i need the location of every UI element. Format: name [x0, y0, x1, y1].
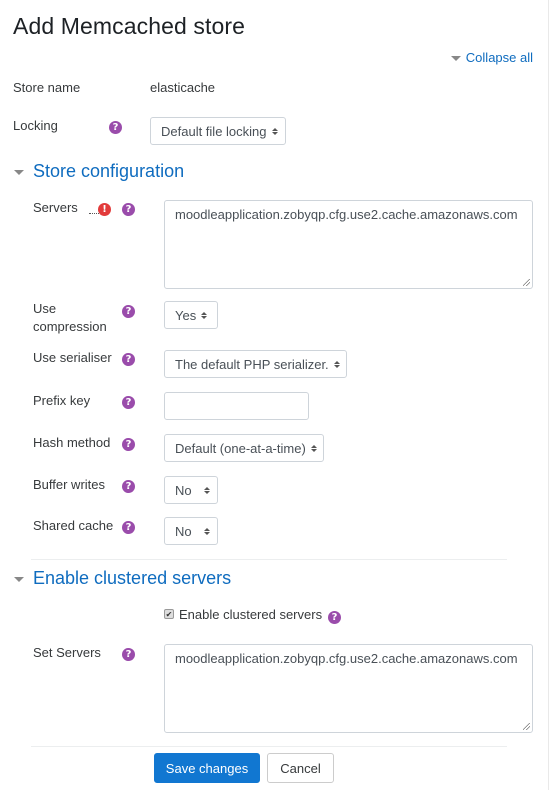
serialiser-label: Use serialiser: [33, 350, 112, 365]
buffer-writes-label: Buffer writes: [33, 477, 106, 492]
serialiser-select[interactable]: The default PHP serializer.: [164, 350, 347, 378]
servers-textarea-value: moodleapplication.zobyqp.cfg.use2.cache.…: [175, 207, 518, 222]
help-icon[interactable]: ?: [109, 121, 122, 134]
serialiser-select-value: The default PHP serializer.: [175, 356, 329, 372]
select-arrows-icon: [271, 127, 278, 135]
divider: [31, 746, 507, 747]
resize-handle[interactable]: [523, 279, 530, 286]
locking-select[interactable]: Default file locking: [150, 117, 286, 145]
help-icon[interactable]: ?: [122, 353, 135, 366]
shared-cache-label: Shared cache: [33, 518, 114, 533]
caret-down-icon: [450, 55, 461, 61]
section-enable-clustered-servers[interactable]: Enable clustered servers: [14, 568, 231, 589]
shared-cache-select-value: No: [175, 523, 192, 539]
prefix-key-input[interactable]: [164, 392, 309, 420]
set-servers-label: Set Servers: [33, 645, 101, 660]
locking-label: Locking: [13, 118, 58, 133]
save-changes-button[interactable]: Save changes: [154, 753, 260, 783]
select-arrows-icon: [203, 527, 210, 535]
section-heading: Store configuration: [33, 161, 185, 181]
buffer-writes-select-value: No: [175, 482, 192, 498]
collapse-all-label: Collapse all: [465, 50, 533, 65]
page-title: Add Memcached store: [13, 13, 246, 39]
section-heading: Enable clustered servers: [33, 568, 232, 588]
buffer-writes-select[interactable]: No: [164, 476, 218, 504]
shared-cache-select[interactable]: No: [164, 517, 218, 545]
help-icon[interactable]: ?: [122, 521, 135, 534]
required-icon: !: [98, 203, 111, 216]
section-store-configuration[interactable]: Store configuration: [14, 161, 184, 182]
store-name-label: Store name: [13, 80, 81, 95]
caret-down-icon: [14, 576, 24, 582]
help-icon[interactable]: ?: [122, 648, 135, 661]
select-arrows-icon: [201, 311, 208, 319]
help-icon[interactable]: ?: [122, 480, 135, 493]
compression-select[interactable]: Yes: [164, 301, 218, 329]
set-servers-textarea-value: moodleapplication.zobyqp.cfg.use2.cache.…: [175, 651, 518, 666]
collapse-all-link[interactable]: Collapse all: [450, 50, 533, 65]
enable-clustered-checkbox[interactable]: ✔: [164, 609, 174, 619]
select-arrows-icon: [333, 360, 340, 368]
set-servers-textarea[interactable]: moodleapplication.zobyqp.cfg.use2.cache.…: [164, 644, 533, 733]
locking-select-value: Default file locking: [161, 123, 267, 139]
compression-label: Use compression: [33, 301, 107, 334]
hash-method-select[interactable]: Default (one-at-a-time): [164, 434, 324, 462]
store-name-value: elasticache: [150, 80, 216, 95]
help-icon[interactable]: ?: [122, 305, 135, 318]
help-icon[interactable]: ?: [328, 611, 341, 624]
divider: [31, 559, 507, 560]
hash-method-select-value: Default (one-at-a-time): [175, 440, 306, 456]
help-icon[interactable]: ?: [122, 396, 135, 409]
help-icon[interactable]: ?: [122, 438, 135, 451]
caret-down-icon: [14, 169, 24, 175]
prefix-key-label: Prefix key: [33, 393, 91, 408]
servers-textarea[interactable]: moodleapplication.zobyqp.cfg.use2.cache.…: [164, 200, 533, 289]
cancel-button[interactable]: Cancel: [267, 753, 334, 783]
select-arrows-icon: [310, 444, 317, 452]
servers-label: Servers: [33, 200, 78, 215]
hash-method-label: Hash method: [33, 435, 111, 450]
page-edge: [548, 0, 549, 790]
enable-clustered-label: Enable clustered servers: [179, 607, 323, 622]
select-arrows-icon: [203, 486, 210, 494]
help-icon[interactable]: ?: [122, 203, 135, 216]
resize-handle[interactable]: [523, 723, 530, 730]
compression-select-value: Yes: [175, 307, 197, 323]
